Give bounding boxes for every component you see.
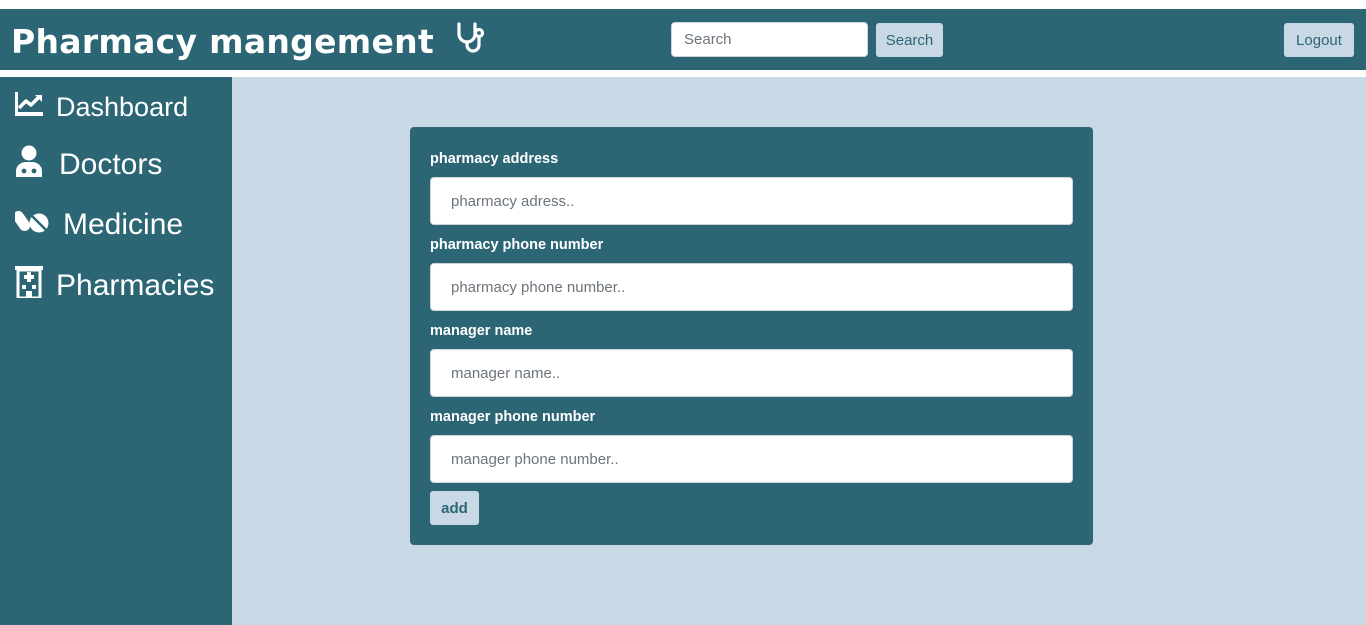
manager-name-input[interactable] [430,349,1073,397]
add-button[interactable]: add [430,491,479,525]
hospital-icon [15,266,43,306]
sidebar-item-label: Medicine [63,208,184,241]
pills-icon [12,207,49,243]
manager-name-label: manager name [430,323,533,339]
chart-line-icon [15,91,43,123]
user-doctor-icon [15,145,43,185]
search-input[interactable] [671,22,868,57]
add-pharmacy-form: pharmacy address pharmacy phone number m… [410,127,1093,545]
sidebar-item-dashboard[interactable]: Dashboard [15,90,188,124]
pharmacy-phone-input[interactable] [430,263,1073,311]
pharmacy-address-input[interactable] [430,177,1073,225]
pharmacy-phone-label: pharmacy phone number [430,237,604,253]
sidebar-item-label: Pharmacies [56,269,215,302]
stethoscope-icon [454,20,488,62]
top-navbar: Pharmacy mangement Search Logout [0,9,1366,70]
manager-phone-label: manager phone number [430,409,596,425]
logout-button[interactable]: Logout [1284,23,1354,57]
brand[interactable]: Pharmacy mangement [11,18,488,64]
manager-phone-input[interactable] [430,435,1073,483]
sidebar-item-medicine[interactable]: Medicine [12,207,184,243]
search-button[interactable]: Search [876,23,943,57]
sidebar-item-label: Doctors [59,148,163,181]
main-content: pharmacy address pharmacy phone number m… [232,77,1366,625]
sidebar-item-doctors[interactable]: Doctors [15,145,163,185]
sidebar-item-label: Dashboard [56,91,189,122]
sidebar: Dashboard Doctors Medicine Pharmacies [0,77,232,625]
sidebar-item-pharmacies[interactable]: Pharmacies [15,266,215,306]
pharmacy-address-label: pharmacy address [430,151,559,167]
brand-title: Pharmacy mangement [11,21,435,61]
